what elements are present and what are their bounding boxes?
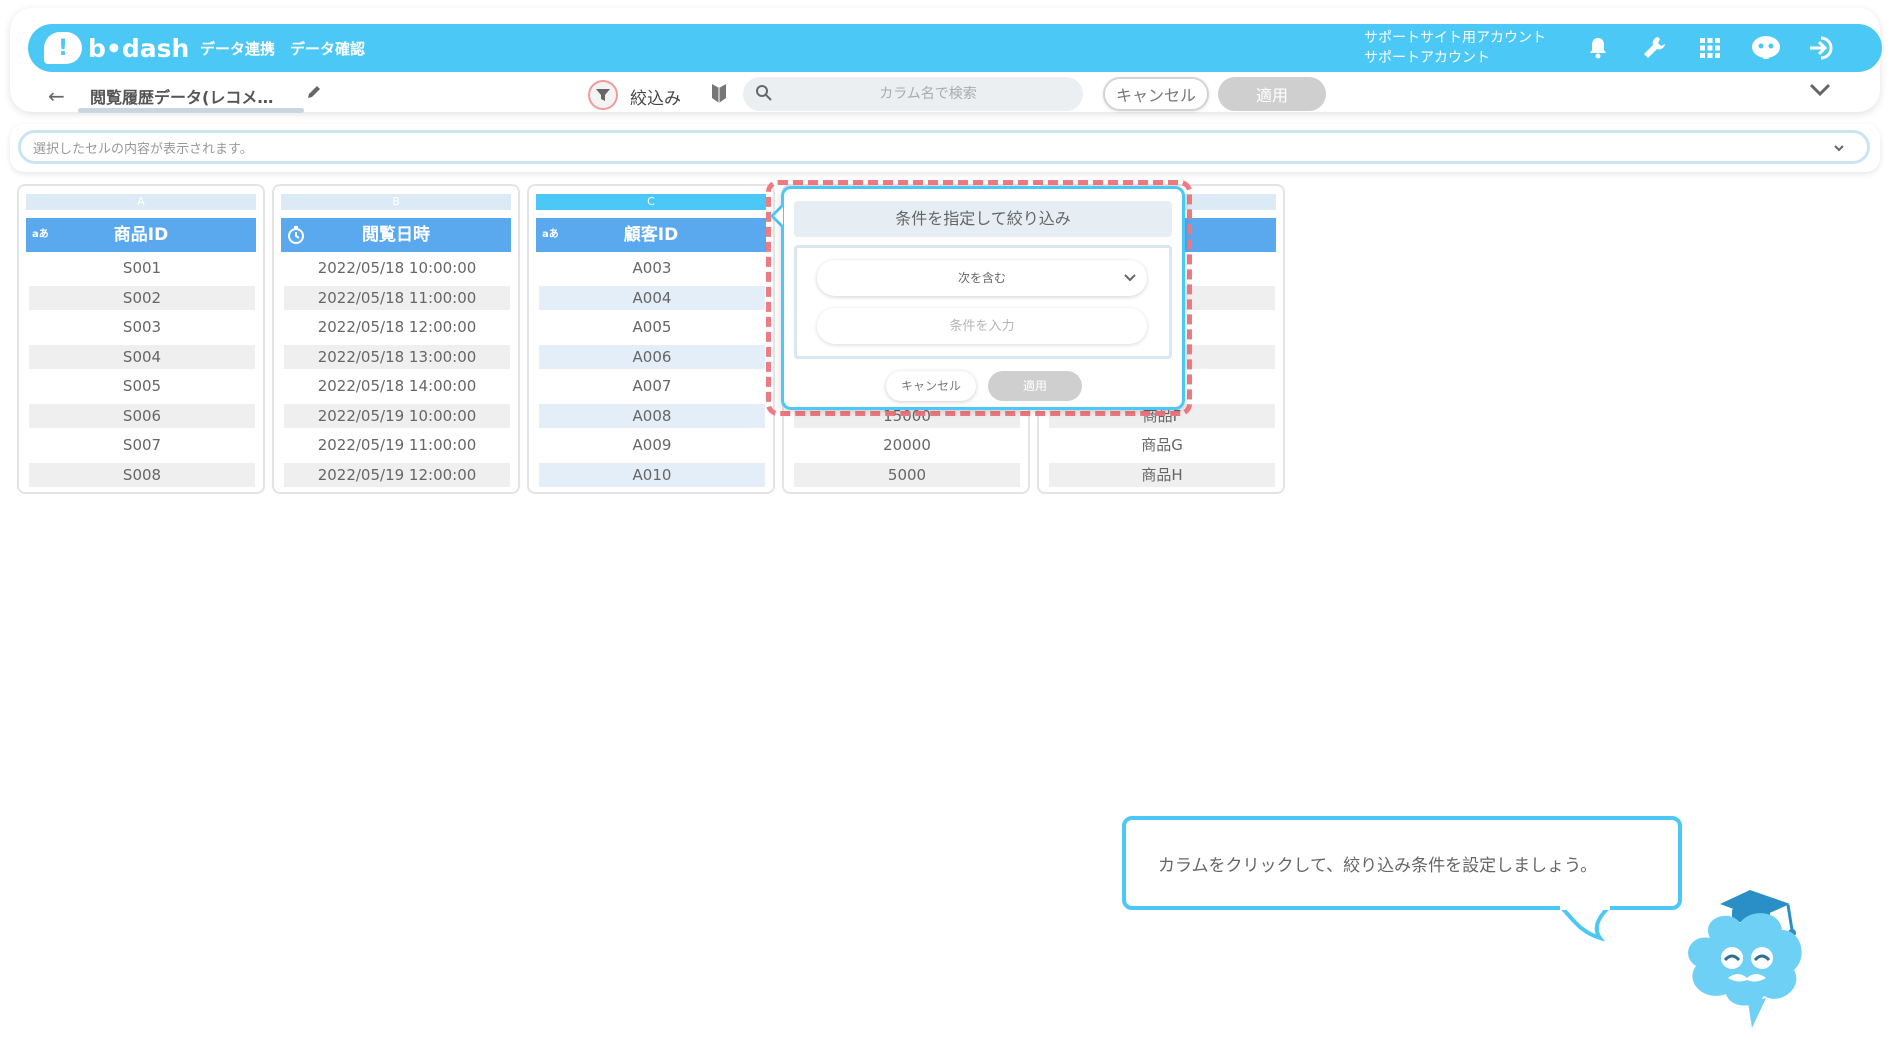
table-cell[interactable]: S003 [29, 315, 255, 339]
filter-condition-panel: 次を含む [794, 245, 1172, 359]
table-cell[interactable]: 2022/05/18 11:00:00 [284, 286, 510, 310]
account-name: サポートサイト用アカウント [1364, 30, 1546, 46]
filter-button[interactable] [588, 80, 618, 110]
speech-bubble-tail [1560, 906, 1610, 942]
table-cell[interactable]: S004 [29, 345, 255, 369]
chevron-down-icon[interactable] [1831, 140, 1847, 156]
column-a[interactable]: A aあ 商品ID S001 S002 S003 S004 S005 S006 … [17, 184, 265, 494]
nav-data-integration[interactable]: データ連携 [200, 38, 275, 59]
table-cell[interactable]: 2022/05/18 12:00:00 [284, 315, 510, 339]
column-search-input[interactable] [743, 77, 1083, 111]
mascot-icon[interactable] [1750, 32, 1782, 64]
title-underline [78, 108, 304, 113]
condition-select[interactable]: 次を含む [817, 260, 1147, 296]
popup-apply-button[interactable]: 適用 [988, 371, 1082, 401]
table-cell[interactable]: A005 [539, 315, 765, 339]
column-name: 閲覧日時 [362, 225, 430, 245]
funnel-icon [596, 89, 610, 101]
pencil-icon[interactable] [306, 84, 322, 104]
bell-icon[interactable] [1582, 32, 1614, 64]
table-toolbar: ← 閲覧履歴データ(レコメ… 絞込み キャンセル 適用 [28, 77, 1882, 118]
table-cell[interactable]: 2022/05/19 12:00:00 [284, 463, 510, 487]
popup-pointer-inner [774, 207, 783, 225]
cell-content-panel: 選択したセルの内容が表示されます。 [10, 124, 1880, 172]
filter-label: 絞込み [630, 89, 681, 109]
chevron-down-icon [1124, 274, 1136, 282]
column-name: 顧客ID [623, 225, 679, 245]
grid-icon[interactable] [1694, 32, 1726, 64]
beginner-mark-icon[interactable] [710, 82, 728, 108]
cell-content-display[interactable]: 選択したセルの内容が表示されます。 [18, 130, 1870, 164]
table-cell[interactable]: S006 [29, 404, 255, 428]
table-cell[interactable]: S001 [29, 256, 255, 280]
logout-icon[interactable] [1806, 32, 1838, 64]
cell-content-placeholder: 選択したセルの内容が表示されます。 [33, 141, 253, 157]
table-cell[interactable]: A004 [539, 286, 765, 310]
back-arrow-icon[interactable]: ← [48, 84, 65, 108]
datetime-type-icon [288, 226, 304, 244]
text-type-icon: aあ [32, 229, 49, 240]
table-cell[interactable]: A007 [539, 374, 765, 398]
table-cell[interactable]: A008 [539, 404, 765, 428]
column-header[interactable]: aあ 商品ID [26, 218, 256, 252]
table-cell[interactable]: 商品H [1049, 463, 1275, 487]
popup-cancel-button[interactable]: キャンセル [886, 371, 976, 401]
account-info[interactable]: サポートサイト用アカウント サポートアカウント [1364, 28, 1546, 68]
table-cell[interactable]: 2022/05/18 14:00:00 [284, 374, 510, 398]
table-cell[interactable]: 2022/05/18 10:00:00 [284, 256, 510, 280]
column-c[interactable]: C aあ 顧客ID A003 A004 A005 A006 A007 A008 … [527, 184, 775, 494]
cancel-button[interactable]: キャンセル [1103, 77, 1209, 111]
table-cell[interactable]: S002 [29, 286, 255, 310]
top-navigation: ! b•dash データ連携 データ確認 サポートサイト用アカウント サポートア… [10, 8, 1882, 113]
nav-data-check[interactable]: データ確認 [290, 38, 365, 59]
chevron-down-icon[interactable] [1808, 82, 1832, 102]
wrench-icon[interactable] [1638, 32, 1670, 64]
condition-input[interactable] [817, 308, 1147, 344]
column-letter[interactable]: C [536, 194, 766, 210]
table-cell[interactable]: 2022/05/19 11:00:00 [284, 433, 510, 457]
filter-popup-title: 条件を指定して絞り込み [794, 201, 1172, 237]
header-bar: ! b•dash データ連携 データ確認 サポートサイト用アカウント サポートア… [28, 24, 1882, 72]
table-cell[interactable]: A006 [539, 345, 765, 369]
table-cell[interactable]: S007 [29, 433, 255, 457]
tutorial-speech-bubble: カラムをクリックして、絞り込み条件を設定しましょう。 [1122, 816, 1682, 910]
column-search-field[interactable] [743, 77, 1083, 111]
table-cell[interactable]: A010 [539, 463, 765, 487]
column-name: 商品ID [113, 225, 169, 245]
table-cell[interactable]: 5000 [794, 463, 1020, 487]
tutorial-message: カラムをクリックして、絞り込み条件を設定しましょう。 [1158, 855, 1598, 876]
table-cell[interactable]: 商品G [1049, 433, 1275, 457]
account-user: サポートアカウント [1364, 50, 1490, 66]
table-cell[interactable]: 20000 [794, 433, 1020, 457]
filter-popup: 条件を指定して絞り込み 次を含む キャンセル 適用 [781, 186, 1185, 410]
column-header[interactable]: 閲覧日時 [281, 218, 511, 252]
column-b[interactable]: B 閲覧日時 2022/05/18 10:00:00 2022/05/18 11… [272, 184, 520, 494]
table-cell[interactable]: A003 [539, 256, 765, 280]
logo-mark: ! [44, 32, 82, 64]
table-cell[interactable]: S005 [29, 374, 255, 398]
text-type-icon: aあ [542, 229, 559, 240]
app-logo[interactable]: ! b•dash [44, 30, 189, 66]
column-header[interactable]: aあ 顧客ID [536, 218, 766, 252]
apply-button[interactable]: 適用 [1218, 77, 1326, 111]
mascot-character-icon[interactable] [1670, 878, 1820, 1028]
table-cell[interactable]: 2022/05/19 10:00:00 [284, 404, 510, 428]
condition-input-field[interactable] [817, 308, 1147, 344]
table-cell[interactable]: A009 [539, 433, 765, 457]
table-title[interactable]: 閲覧履歴データ(レコメ… [90, 84, 273, 108]
column-letter[interactable]: A [26, 194, 256, 210]
logo-text: b•dash [88, 33, 190, 63]
column-letter[interactable]: B [281, 194, 511, 210]
table-cell[interactable]: S008 [29, 463, 255, 487]
table-cell[interactable]: 2022/05/18 13:00:00 [284, 345, 510, 369]
condition-select-value: 次を含む [957, 271, 1006, 285]
search-icon [756, 85, 772, 101]
